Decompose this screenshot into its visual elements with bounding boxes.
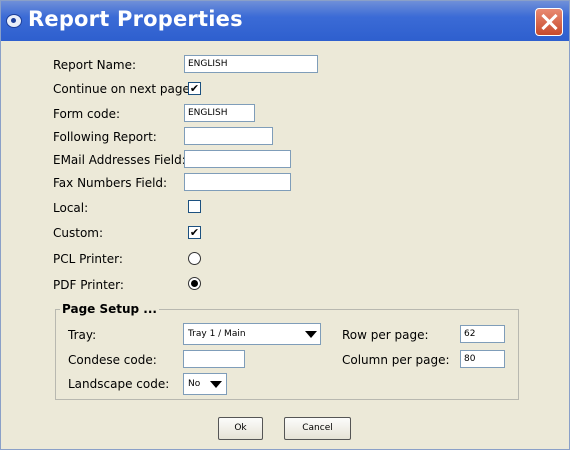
pcl-printer-radio[interactable] [188,252,201,265]
continue-next-page-checkbox[interactable]: ✔ [188,82,201,95]
chevron-down-icon [210,381,222,388]
fax-numbers-label: Fax Numbers Field: [53,176,168,190]
row-per-page-label: Row per page: [342,328,429,342]
window-title: Report Properties [28,7,243,31]
landscape-code-select[interactable]: No [183,373,227,395]
ok-button[interactable]: Ok [218,417,263,440]
condese-code-field[interactable] [183,350,245,368]
pcl-printer-label: PCL Printer: [53,252,123,266]
title-bar[interactable]: Report Properties [1,1,569,41]
pdf-printer-radio[interactable] [188,277,201,290]
page-setup-title: Page Setup ... [60,302,159,316]
custom-checkbox[interactable]: ✔ [188,226,201,239]
column-per-page-label: Column per page: [342,353,450,367]
fax-numbers-field[interactable] [184,173,291,191]
email-addresses-field[interactable] [184,150,291,168]
tray-label: Tray: [68,328,97,342]
tray-select-value: Tray 1 / Main [188,329,246,339]
form-code-label: Form code: [53,107,121,121]
following-report-field[interactable] [184,127,273,145]
landscape-code-value: No [188,379,201,389]
report-name-label: Report Name: [53,58,137,72]
custom-label: Custom: [53,226,104,240]
report-name-field[interactable]: ENGLISH [184,55,318,73]
continue-next-page-label: Continue on next page: [53,82,194,96]
tray-select[interactable]: Tray 1 / Main [183,323,321,345]
form-code-field[interactable]: ENGLISH [184,104,255,122]
landscape-code-label: Landscape code: [68,377,170,391]
cancel-button[interactable]: Cancel [284,417,351,440]
close-button[interactable] [535,8,563,36]
following-report-label: Following Report: [53,130,157,144]
condese-code-label: Condese code: [68,353,157,367]
local-label: Local: [53,201,89,215]
email-addresses-label: EMail Addresses Field: [53,153,186,167]
app-icon[interactable] [6,14,22,28]
row-per-page-field[interactable]: 62 [460,325,505,343]
local-checkbox[interactable] [188,200,201,213]
chevron-down-icon [305,331,317,338]
pdf-printer-label: PDF Printer: [53,278,124,292]
column-per-page-field[interactable]: 80 [460,350,505,368]
